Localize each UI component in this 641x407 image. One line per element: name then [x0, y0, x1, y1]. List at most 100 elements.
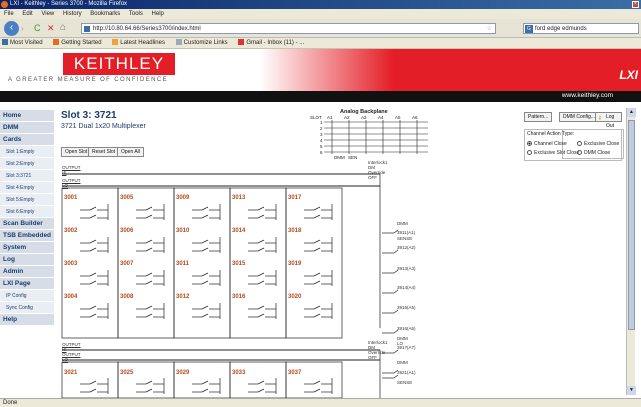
- channel-3011[interactable]: 3011: [176, 261, 189, 267]
- bookmark-star-icon[interactable]: ☆: [487, 24, 492, 34]
- sidebar-item-cards[interactable]: Cards: [0, 134, 54, 146]
- status-text: Done: [3, 400, 18, 406]
- channel-3018[interactable]: 3018: [288, 228, 301, 234]
- url-input[interactable]: http://10.80.64.66/Series3700/index.html…: [81, 23, 496, 34]
- main-content: Slot 3: 3721 3721 Dual 1x20 Multiplexer …: [60, 108, 624, 398]
- header-banner: LXI: [260, 49, 641, 91]
- stop-icon[interactable]: ✕: [47, 23, 55, 34]
- channel-3009[interactable]: 3009: [176, 195, 189, 201]
- sidebar-item-log[interactable]: Log: [0, 254, 54, 266]
- menu-bookmarks[interactable]: Bookmarks: [90, 11, 120, 17]
- sidebar-item-slot-4-empty[interactable]: Slot 4:Empty: [0, 182, 54, 194]
- page-icon: [175, 39, 182, 45]
- bank2-right-label: DMM: [397, 360, 408, 365]
- bank1-right-label: DMM: [397, 221, 408, 226]
- menu-tools[interactable]: Tools: [129, 11, 143, 17]
- bookmark-getting-started[interactable]: Getting Started: [53, 39, 102, 46]
- forward-icon[interactable]: ›: [21, 24, 31, 34]
- bank1-right-label: 3913(A3): [397, 266, 416, 271]
- channel-3019[interactable]: 3019: [288, 261, 301, 267]
- sidebar-item-slot-6-empty[interactable]: Slot 6:Empty: [0, 206, 54, 218]
- channel-3025[interactable]: 3025: [120, 370, 133, 376]
- bank1-right-label: 3912(A2): [397, 245, 416, 250]
- lxi-logo: LXI: [619, 68, 638, 82]
- sidebar-nav: Home DMM Cards Slot 1:Empty Slot 2:Empty Slot…: [0, 110, 54, 346]
- channel-3001[interactable]: 3001: [64, 195, 77, 201]
- navigation-toolbar: ‹ › C ✕ ⌂ http://10.80.64.66/Series3700/…: [0, 19, 641, 38]
- channel-3008[interactable]: 3008: [120, 294, 133, 300]
- interlock-status-2: Interlock1 DM Override OFF: [368, 340, 388, 360]
- site-header: KEITHLEY A GREATER MEASURE OF CONFIDENCE…: [0, 49, 641, 91]
- bank1-right-label: 3916(A6): [397, 326, 416, 331]
- website-bar: www.keithley.com: [0, 91, 641, 102]
- page-icon: [84, 26, 90, 32]
- channel-3033[interactable]: 3033: [232, 370, 245, 376]
- close-window-button[interactable]: ×: [632, 1, 639, 8]
- bank2-right-label: SENSE: [397, 380, 413, 385]
- channel-3010[interactable]: 3010: [176, 228, 189, 234]
- channel-3005[interactable]: 3005: [120, 195, 133, 201]
- sidebar-item-lxi-page[interactable]: LXI Page: [0, 278, 54, 290]
- channel-3002[interactable]: 3002: [64, 228, 77, 234]
- bank1-right-label: 3914(A4): [397, 285, 416, 290]
- output-lo-label: OUTPUT LO: [62, 178, 81, 188]
- bank1-right-label: SENSE: [397, 236, 413, 241]
- scroll-down-icon[interactable]: ▼: [627, 386, 636, 395]
- sidebar-item-slot-1-empty[interactable]: Slot 1:Empty: [0, 146, 54, 158]
- channel-3013[interactable]: 3013: [232, 195, 245, 201]
- sidebar-item-system[interactable]: System: [0, 242, 54, 254]
- channel-3015[interactable]: 3015: [232, 261, 245, 267]
- rss-icon: [112, 39, 119, 45]
- bookmark-gmail[interactable]: Gmail - Inbox (11) - ...: [238, 39, 304, 46]
- menu-file[interactable]: File: [4, 11, 14, 17]
- channel-3003[interactable]: 3003: [64, 261, 77, 267]
- bookmark-customize-links[interactable]: Customize Links: [175, 39, 228, 46]
- sidebar-item-home[interactable]: Home: [0, 110, 54, 122]
- sidebar-item-slot-3-3721[interactable]: Slot 3:3721: [0, 170, 54, 182]
- sidebar-item-tsb-embedded[interactable]: TSB Embedded: [0, 230, 54, 242]
- menu-history[interactable]: History: [63, 11, 82, 17]
- channel-3006[interactable]: 3006: [120, 228, 133, 234]
- menu-bar: File Edit View History Bookmarks Tools H…: [0, 9, 641, 19]
- bank2-right-label: 3921(A1): [397, 370, 416, 375]
- sidebar-item-admin[interactable]: Admin: [0, 266, 54, 278]
- back-icon[interactable]: ‹: [4, 21, 19, 36]
- firefox-icon: [1, 1, 8, 8]
- channel-3037[interactable]: 3037: [288, 370, 301, 376]
- sidebar-item-help[interactable]: Help: [0, 314, 54, 326]
- gmail-icon: [238, 39, 245, 45]
- scroll-up-icon[interactable]: ▲: [627, 108, 636, 117]
- interlock-status: Interlock1 DM Override OFF: [368, 160, 388, 180]
- menu-help[interactable]: Help: [152, 11, 164, 17]
- bookmark-icon: [2, 39, 8, 45]
- sidebar-item-sync-config[interactable]: Sync Config: [0, 302, 54, 314]
- menu-view[interactable]: View: [41, 11, 54, 17]
- menu-edit[interactable]: Edit: [22, 11, 32, 17]
- channel-3012[interactable]: 3012: [176, 294, 189, 300]
- reload-icon[interactable]: C: [34, 23, 41, 33]
- channel-3021[interactable]: 3021: [64, 370, 77, 376]
- sidebar-item-slot-5-empty[interactable]: Slot 5:Empty: [0, 194, 54, 206]
- output-hi-label-2: OUTPUT HI: [62, 342, 81, 352]
- website-link[interactable]: www.keithley.com: [562, 92, 613, 99]
- channel-3029[interactable]: 3029: [176, 370, 189, 376]
- channel-3016[interactable]: 3016: [232, 294, 245, 300]
- search-input[interactable]: G ford edge edmunds: [523, 23, 639, 34]
- channel-3017[interactable]: 3017: [288, 195, 301, 201]
- sidebar-item-scan-builder[interactable]: Scan Builder: [0, 218, 54, 230]
- window-titlebar: LXI - Keithley - Series 3700 - Mozilla F…: [0, 0, 641, 9]
- home-icon[interactable]: ⌂: [60, 22, 66, 33]
- google-icon: G: [525, 25, 533, 33]
- scroll-thumb[interactable]: [628, 120, 635, 330]
- page-scrollbar[interactable]: ▲ ▼: [626, 108, 636, 395]
- channel-3004[interactable]: 3004: [64, 294, 77, 300]
- sidebar-item-dmm[interactable]: DMM: [0, 122, 54, 134]
- channel-3020[interactable]: 3020: [288, 294, 301, 300]
- channel-3007[interactable]: 3007: [120, 261, 133, 267]
- bookmark-latest-headlines[interactable]: Latest Headlines: [112, 39, 165, 46]
- search-text: ford edge edmunds: [535, 26, 587, 32]
- channel-3014[interactable]: 3014: [232, 228, 245, 234]
- bookmark-most-visited[interactable]: Most Visited: [2, 39, 43, 46]
- sidebar-item-slot-2-empty[interactable]: Slot 2:Empty: [0, 158, 54, 170]
- sidebar-item-ip-config[interactable]: IP Config: [0, 290, 54, 302]
